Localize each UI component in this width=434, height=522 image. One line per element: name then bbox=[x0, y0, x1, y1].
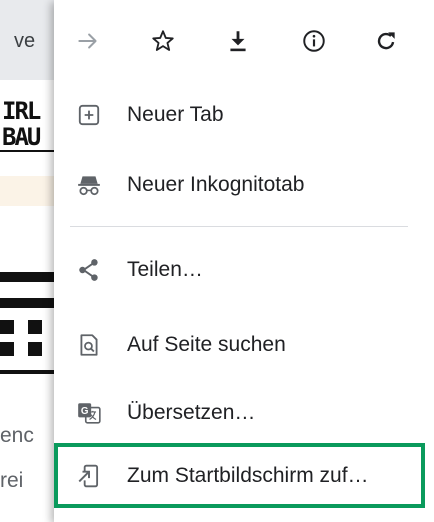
background-bar bbox=[0, 272, 56, 282]
download-button[interactable] bbox=[218, 21, 258, 61]
menu-item-share[interactable]: Teilen… bbox=[54, 240, 434, 300]
page-info-button[interactable] bbox=[294, 21, 334, 61]
background-block bbox=[28, 320, 42, 334]
background-url-bar: ve bbox=[0, 0, 60, 80]
background-block bbox=[0, 320, 14, 334]
forward-button[interactable] bbox=[68, 21, 108, 61]
menu-item-add-to-home-screen[interactable]: Zum Startbildschirm zuf… bbox=[54, 446, 434, 506]
background-block bbox=[0, 342, 14, 356]
background-band bbox=[0, 176, 60, 206]
bookmark-button[interactable] bbox=[143, 21, 183, 61]
background-text: rei bbox=[0, 469, 24, 492]
menu-item-label: Teilen… bbox=[127, 258, 203, 281]
reload-button[interactable] bbox=[366, 21, 406, 61]
share-icon bbox=[76, 257, 102, 283]
background-divider bbox=[0, 370, 60, 374]
background-block bbox=[28, 342, 42, 356]
menu-item-label: Neuer Tab bbox=[127, 103, 224, 126]
add-to-home-screen-icon bbox=[76, 463, 102, 489]
background-divider bbox=[0, 150, 60, 152]
menu-item-translate[interactable]: G Übersetzen… bbox=[54, 383, 434, 443]
background-logo: IRL BAU bbox=[2, 97, 41, 151]
reload-icon bbox=[377, 32, 395, 50]
menu-divider bbox=[70, 226, 408, 227]
star-icon bbox=[152, 30, 174, 51]
incognito-icon bbox=[76, 172, 102, 198]
background-bar bbox=[0, 298, 56, 308]
svg-text:G: G bbox=[81, 406, 89, 417]
menu-item-new-incognito-tab[interactable]: Neuer Inkognitotab bbox=[54, 155, 434, 215]
overflow-menu: Neuer Tab Neuer Inkognitotab Teilen… Auf… bbox=[54, 0, 434, 522]
background-text: enc bbox=[0, 424, 34, 447]
menu-item-label: Neuer Inkognitotab bbox=[127, 173, 305, 196]
background-page: ve IRL BAU enc rei bbox=[0, 0, 60, 522]
menu-item-label: Auf Seite suchen bbox=[127, 333, 286, 356]
menu-item-label: Zum Startbildschirm zuf… bbox=[127, 464, 369, 487]
download-icon bbox=[230, 31, 246, 52]
menu-toolbar bbox=[54, 0, 434, 80]
background-url-text: ve bbox=[14, 30, 36, 52]
menu-item-find-in-page[interactable]: Auf Seite suchen bbox=[54, 315, 434, 375]
info-icon bbox=[303, 30, 325, 52]
new-tab-icon bbox=[76, 102, 102, 128]
forward-arrow-icon bbox=[78, 33, 97, 49]
translate-icon: G bbox=[76, 400, 102, 426]
menu-item-new-tab[interactable]: Neuer Tab bbox=[54, 85, 434, 145]
find-in-page-icon bbox=[76, 332, 102, 358]
menu-item-label: Übersetzen… bbox=[127, 401, 256, 424]
